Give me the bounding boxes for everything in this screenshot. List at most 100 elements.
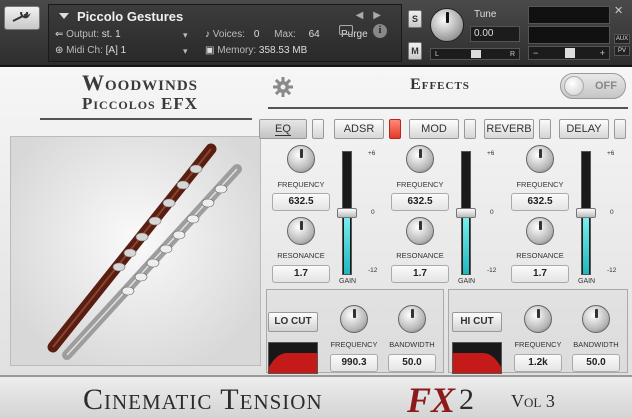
tune-value[interactable]: 0.00	[470, 26, 520, 42]
pan-handle[interactable]	[471, 50, 481, 58]
band3-frequency-value[interactable]: 632.5	[511, 193, 569, 211]
info-icon[interactable]: i	[373, 24, 387, 38]
tab-mod-label: MOD	[421, 123, 447, 135]
instrument-name[interactable]: Piccolo Gestures	[77, 9, 183, 24]
pan-right-label: R	[509, 51, 515, 58]
lo-cut-bandwidth-value[interactable]: 50.0	[388, 354, 436, 372]
hi-cut-bandwidth-label: BANDWIDTH	[573, 340, 619, 349]
band1-frequency-value[interactable]: 632.5	[272, 193, 330, 211]
camera-icon[interactable]	[339, 25, 353, 35]
close-icon[interactable]: ✕	[614, 4, 623, 17]
volume-handle[interactable]	[565, 48, 575, 58]
band3-resonance-value[interactable]: 1.7	[511, 265, 569, 283]
band1-gain-handle[interactable]	[337, 208, 357, 218]
band1-scale-mid: 0	[371, 209, 375, 216]
band1-gain-fill	[344, 213, 350, 274]
band1-gain-label: GAIN	[339, 278, 357, 285]
hi-cut-frequency-knob[interactable]	[524, 305, 552, 333]
tab-reverb[interactable]: REVERB	[484, 119, 534, 139]
output-label: Output:	[66, 29, 99, 40]
output-value[interactable]: st. 1	[102, 29, 121, 40]
hi-cut-button[interactable]: HI CUT	[452, 312, 502, 332]
tab-adsr-label: ADSR	[343, 123, 375, 135]
lo-cut-bandwidth-knob[interactable]	[398, 305, 426, 333]
pan-left-label: L	[435, 51, 439, 58]
toggle-knob[interactable]	[564, 76, 584, 96]
tab-delay-label: DELAY	[566, 123, 602, 135]
band3-scale-top: +6	[607, 150, 615, 157]
midi-label: Midi Ch:	[66, 45, 103, 56]
instrument-nav-arrows-icon[interactable]: ◀▶	[356, 10, 391, 21]
level-meter-left	[528, 6, 610, 24]
lo-cut-button[interactable]: LO CUT	[268, 312, 318, 332]
delay-led[interactable]	[614, 119, 626, 139]
adsr-led[interactable]	[389, 119, 401, 139]
band1-resonance-knob[interactable]	[287, 217, 315, 245]
title-divider	[40, 118, 252, 120]
band3-resonance-knob[interactable]	[526, 217, 554, 245]
instrument-name-row: Piccolo Gestures ◀▶	[49, 5, 403, 27]
voices-value: 0	[253, 29, 260, 40]
max-value[interactable]: 64	[309, 29, 320, 40]
band3-scale-mid: 0	[610, 209, 614, 216]
band2-resonance-value[interactable]: 1.7	[391, 265, 449, 283]
band2-frequency-knob[interactable]	[406, 145, 434, 173]
band3-resonance-label: RESONANCE	[516, 251, 564, 260]
band2-gain-handle[interactable]	[456, 208, 476, 218]
band2-gain-label: GAIN	[458, 278, 476, 285]
band3-gain-handle[interactable]	[576, 208, 596, 218]
wrench-icon[interactable]	[4, 6, 40, 30]
band1-resonance-value[interactable]: 1.7	[272, 265, 330, 283]
lo-cut-bandwidth-label: BANDWIDTH	[389, 340, 435, 349]
midi-dropdown-icon[interactable]: ▾	[183, 46, 188, 57]
band2-frequency-value[interactable]: 632.5	[391, 193, 449, 211]
band1-frequency-label: FREQUENCY	[277, 180, 325, 189]
level-meter-right	[528, 26, 610, 44]
lo-cut-frequency-knob[interactable]	[340, 305, 368, 333]
mod-led[interactable]	[464, 119, 476, 139]
band2-resonance-knob[interactable]	[406, 217, 434, 245]
solo-button[interactable]: S	[408, 10, 422, 28]
band3-scale-bottom: -12	[607, 267, 617, 274]
hi-cut-bandwidth-knob[interactable]	[582, 305, 610, 333]
instrument-panel: Piccolo Gestures ◀▶ ⇐ Output: st. 1 ▾ ⊛ …	[48, 4, 402, 62]
tune-knob[interactable]	[430, 8, 464, 42]
footer-product-name: Cinematic Tension	[83, 383, 323, 416]
tab-mod[interactable]: MOD	[409, 119, 459, 139]
gear-icon[interactable]	[272, 76, 294, 98]
footer-banner: Cinematic Tension FX 2 Vol 3	[0, 377, 632, 418]
footer-volume: Vol 3	[511, 391, 555, 411]
band1-frequency-knob[interactable]	[287, 145, 315, 173]
band3-frequency-knob[interactable]	[526, 145, 554, 173]
output-row[interactable]: ⇐ Output: st. 1	[55, 29, 121, 40]
pv-button[interactable]: PV	[614, 46, 630, 56]
max-label: Max:	[274, 29, 296, 40]
memory-value: 358.53 MB	[258, 45, 308, 56]
midi-row[interactable]: ⊛ Midi Ch: [A] 1	[55, 45, 126, 56]
eq-led[interactable]	[312, 119, 324, 139]
product-subtitle: Piccolos EFX	[82, 94, 198, 113]
tab-eq[interactable]: EQ	[259, 119, 307, 139]
band3-gain-fill	[583, 213, 589, 274]
piccolo-image	[10, 136, 261, 366]
product-title: Woodwinds	[81, 70, 198, 95]
volume-plus-label: +	[599, 48, 605, 58]
collapse-triangle-icon[interactable]	[59, 13, 69, 19]
tab-delay[interactable]: DELAY	[559, 119, 609, 139]
band1-resonance-label: RESONANCE	[277, 251, 325, 260]
hi-cut-bandwidth-value[interactable]: 50.0	[572, 354, 620, 372]
hi-cut-frequency-value[interactable]: 1.2k	[514, 354, 562, 372]
volume-slider[interactable]: − +	[528, 46, 610, 60]
midi-value[interactable]: [A] 1	[106, 45, 127, 56]
band2-scale-top: +6	[487, 150, 495, 157]
tab-adsr[interactable]: ADSR	[334, 119, 384, 139]
pan-slider[interactable]: L R	[430, 48, 520, 60]
band3-gain-label: GAIN	[578, 278, 596, 285]
lo-cut-frequency-value[interactable]: 990.3	[330, 354, 378, 372]
reverb-led[interactable]	[539, 119, 551, 139]
effects-power-toggle[interactable]: OFF	[560, 73, 626, 99]
effects-divider	[268, 107, 628, 109]
aux-button[interactable]: AUX	[614, 34, 630, 44]
output-dropdown-icon[interactable]: ▾	[183, 30, 188, 41]
mute-button[interactable]: M	[408, 42, 422, 60]
